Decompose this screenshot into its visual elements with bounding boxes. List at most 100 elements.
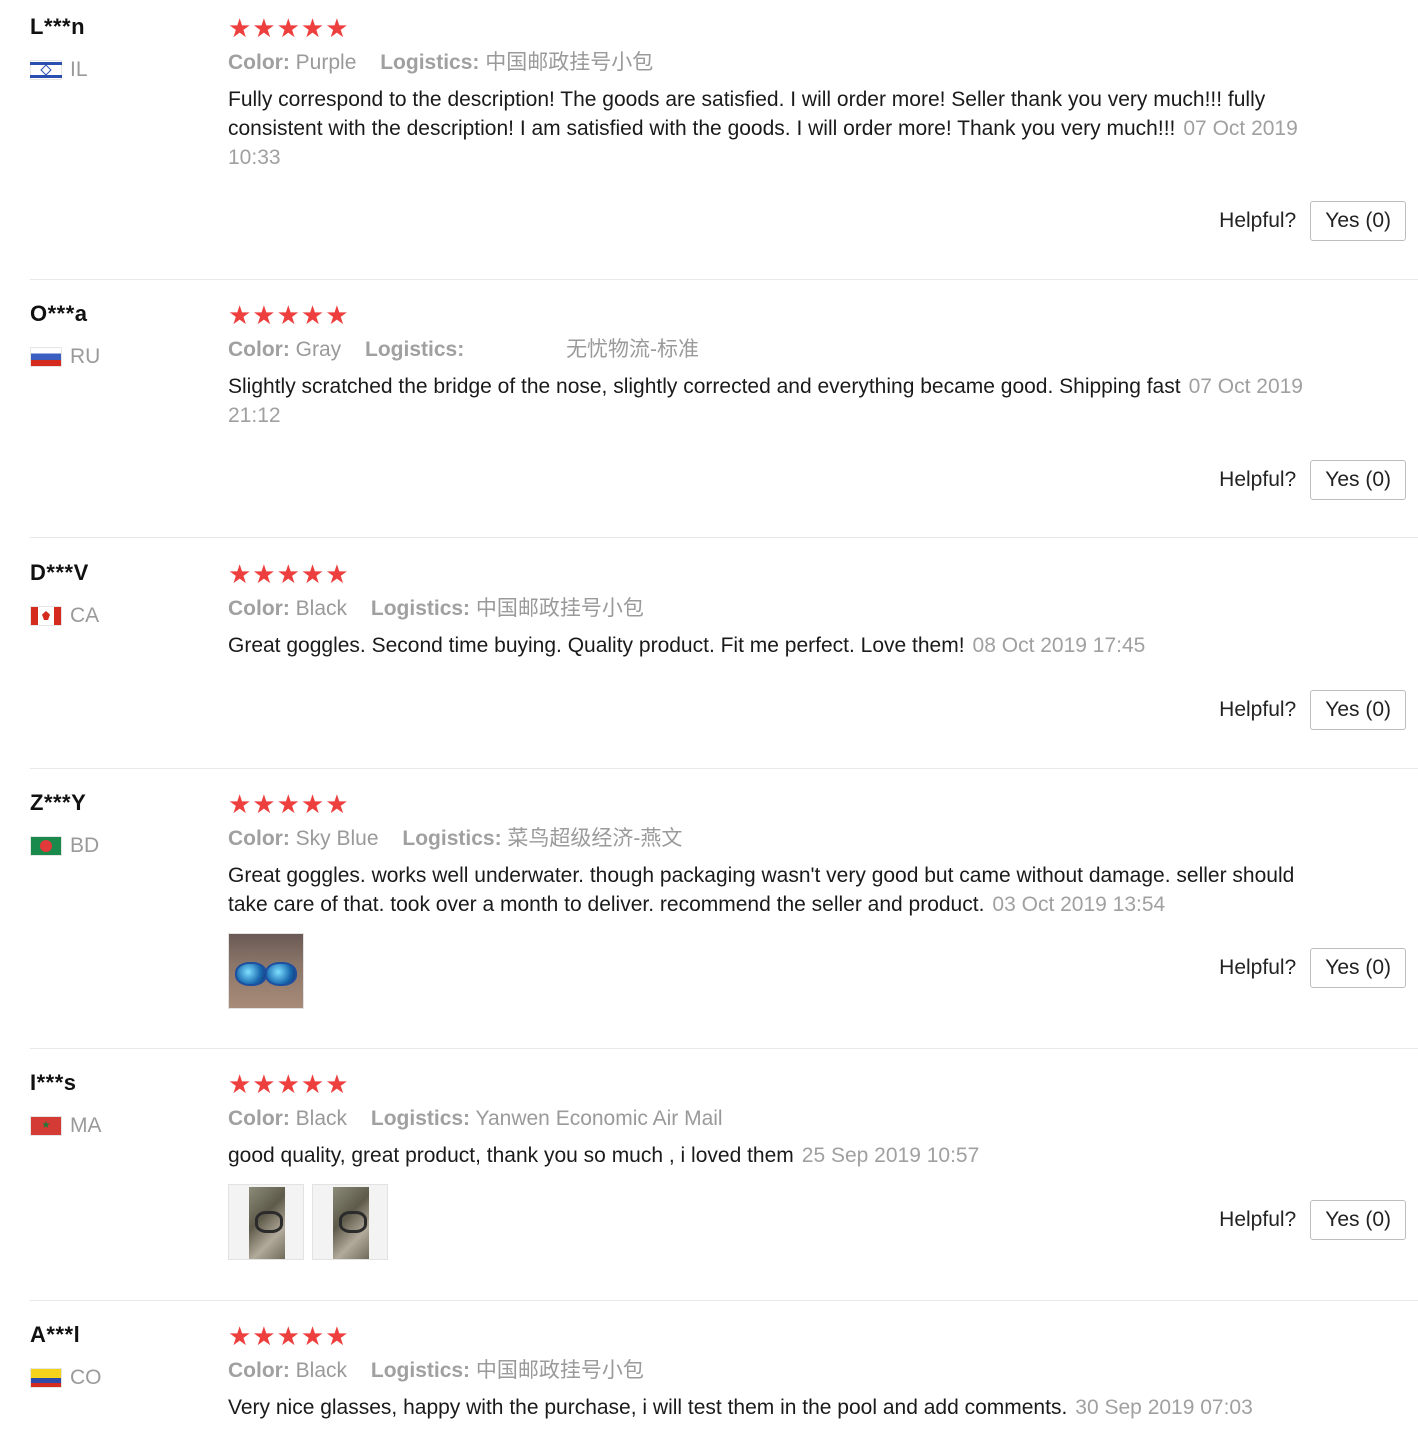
- helpful-label: Helpful?: [1219, 698, 1297, 721]
- helpful-row: Helpful? Yes (0): [1219, 948, 1406, 988]
- logistics-label: Logistics:: [402, 827, 502, 850]
- order-attributes: Color: Gray Logistics: 无忧物流-标准: [228, 336, 1408, 364]
- helpful-yes-button[interactable]: Yes (0): [1310, 201, 1406, 241]
- helpful-yes-button[interactable]: Yes (0): [1310, 690, 1406, 730]
- review-item: A***l CO ★★★★★ Color: Black Logistics: 中…: [30, 1308, 1418, 1448]
- logistics-label: Logistics:: [370, 1359, 471, 1382]
- country-code: RU: [70, 345, 101, 368]
- review-body: ★★★★★ Color: Gray Logistics: 无忧物流-标准 Sli…: [228, 301, 1408, 430]
- logistics-value: 中国邮政挂号小包: [475, 597, 644, 620]
- reviewer-name: A***l: [30, 1322, 81, 1347]
- reviewer-country: CO: [30, 1366, 220, 1390]
- star-rating: ★★★★★: [228, 1321, 350, 1351]
- logistics-value: 菜鸟超级经济-燕文: [507, 827, 683, 850]
- helpful-yes-button[interactable]: Yes (0): [1310, 1200, 1406, 1240]
- color-value: Purple: [295, 51, 357, 74]
- review-comment: Very nice glasses, happy with the purcha…: [228, 1396, 1068, 1419]
- logistics-value: 无忧物流-标准: [566, 338, 700, 361]
- review-comment: good quality, great product, thank you s…: [228, 1144, 794, 1167]
- country-code: CO: [70, 1366, 102, 1389]
- goggle-strap: [255, 1211, 283, 1233]
- morocco-flag-icon: ★: [30, 1116, 62, 1136]
- review-photo-thumbnail[interactable]: [312, 1184, 388, 1260]
- reviewer-info: A***l CO: [30, 1322, 220, 1390]
- helpful-label: Helpful?: [1219, 468, 1297, 491]
- reviewer-country: RU: [30, 345, 220, 369]
- star-rating: ★★★★★: [228, 13, 350, 43]
- order-attributes: Color: Black Logistics: 中国邮政挂号小包: [228, 1357, 1408, 1385]
- review-photo-thumbnail[interactable]: [228, 1184, 304, 1260]
- order-attributes: Color: Black Logistics: Yanwen Economic …: [228, 1105, 1408, 1133]
- reviewer-country: BD: [30, 834, 220, 858]
- helpful-label: Helpful?: [1219, 956, 1297, 979]
- color-label: Color:: [228, 1359, 290, 1382]
- logistics-value: Yanwen Economic Air Mail: [475, 1107, 723, 1130]
- color-value: Gray: [295, 338, 342, 361]
- country-code: IL: [70, 58, 88, 81]
- review-item: L***n IL ★★★★★ Color: Purple Logistics: …: [30, 0, 1418, 280]
- colombia-flag-icon: [30, 1368, 62, 1388]
- russia-flag-icon: [30, 347, 62, 367]
- order-attributes: Color: Sky Blue Logistics: 菜鸟超级经济-燕文: [228, 825, 1408, 853]
- reviewer-name: O***a: [30, 301, 88, 326]
- order-attributes: Color: Black Logistics: 中国邮政挂号小包: [228, 595, 1408, 623]
- reviewer-info: Z***Y BD: [30, 790, 220, 858]
- review-date: 25 Sep 2019 10:57: [801, 1144, 980, 1167]
- logistics-label: Logistics:: [380, 51, 480, 74]
- color-value: Black: [295, 597, 348, 620]
- helpful-label: Helpful?: [1219, 1208, 1297, 1231]
- review-item: O***a RU ★★★★★ Color: Gray Logistics: 无忧…: [30, 287, 1418, 538]
- color-label: Color:: [228, 597, 290, 620]
- reviewer-country: CA: [30, 604, 220, 628]
- color-value: Sky Blue: [295, 827, 379, 850]
- country-code: MA: [70, 1114, 102, 1137]
- logistics-label: Logistics:: [365, 338, 465, 361]
- logistics-value: 中国邮政挂号小包: [475, 1359, 644, 1382]
- color-value: Black: [295, 1107, 348, 1130]
- review-text: good quality, great product, thank you s…: [228, 1141, 1338, 1170]
- helpful-row: Helpful? Yes (0): [1219, 201, 1406, 241]
- review-date: 08 Oct 2019 17:45: [972, 634, 1146, 657]
- color-value: Black: [295, 1359, 348, 1382]
- goggle-lens: [235, 962, 267, 986]
- review-photo-thumbnail[interactable]: [228, 933, 304, 1009]
- feedback-list: L***n IL ★★★★★ Color: Purple Logistics: …: [0, 0, 1418, 1420]
- helpful-label: Helpful?: [1219, 209, 1297, 232]
- helpful-yes-button[interactable]: Yes (0): [1310, 948, 1406, 988]
- review-body: ★★★★★ Color: Black Logistics: 中国邮政挂号小包 V…: [228, 1322, 1408, 1422]
- review-text: Fully correspond to the description! The…: [228, 85, 1338, 172]
- logistics-value: 中国邮政挂号小包: [485, 51, 654, 74]
- reviewer-name: I***s: [30, 1070, 77, 1095]
- star-rating: ★★★★★: [228, 789, 350, 819]
- review-body: ★★★★★ Color: Purple Logistics: 中国邮政挂号小包 …: [228, 14, 1408, 172]
- bangladesh-flag-icon: [30, 836, 62, 856]
- review-date: 30 Sep 2019 07:03: [1075, 1396, 1253, 1419]
- reviewer-info: I***s ★ MA: [30, 1070, 220, 1138]
- review-item: D***V CA ★★★★★ Color: Black Logistics: 中…: [30, 546, 1418, 769]
- logistics-label: Logistics:: [370, 1107, 471, 1130]
- review-text: Very nice glasses, happy with the purcha…: [228, 1393, 1338, 1422]
- review-body: ★★★★★ Color: Black Logistics: 中国邮政挂号小包 G…: [228, 560, 1408, 660]
- reviewer-name: Z***Y: [30, 790, 87, 815]
- color-label: Color:: [228, 51, 290, 74]
- reviewer-name: L***n: [30, 14, 86, 39]
- review-comment: Slightly scratched the bridge of the nos…: [228, 375, 1181, 398]
- review-item: I***s ★ MA ★★★★★ Color: Black Logistics:…: [30, 1056, 1418, 1301]
- review-text: Slightly scratched the bridge of the nos…: [228, 372, 1338, 430]
- star-rating: ★★★★★: [228, 559, 350, 589]
- reviewer-country: IL: [30, 58, 220, 82]
- color-label: Color:: [228, 338, 290, 361]
- reviewer-country: ★ MA: [30, 1114, 220, 1138]
- reviewer-info: D***V CA: [30, 560, 220, 628]
- review-comment: Fully correspond to the description! The…: [228, 88, 1266, 140]
- israel-flag-icon: [30, 60, 62, 80]
- review-comment: Great goggles. Second time buying. Quali…: [228, 634, 965, 657]
- reviewer-info: L***n IL: [30, 14, 220, 82]
- star-rating: ★★★★★: [228, 300, 350, 330]
- goggle-lens: [265, 962, 297, 986]
- canada-flag-icon: [30, 606, 62, 626]
- country-code: CA: [70, 604, 100, 627]
- helpful-yes-button[interactable]: Yes (0): [1310, 460, 1406, 500]
- order-attributes: Color: Purple Logistics: 中国邮政挂号小包: [228, 49, 1408, 77]
- reviewer-info: O***a RU: [30, 301, 220, 369]
